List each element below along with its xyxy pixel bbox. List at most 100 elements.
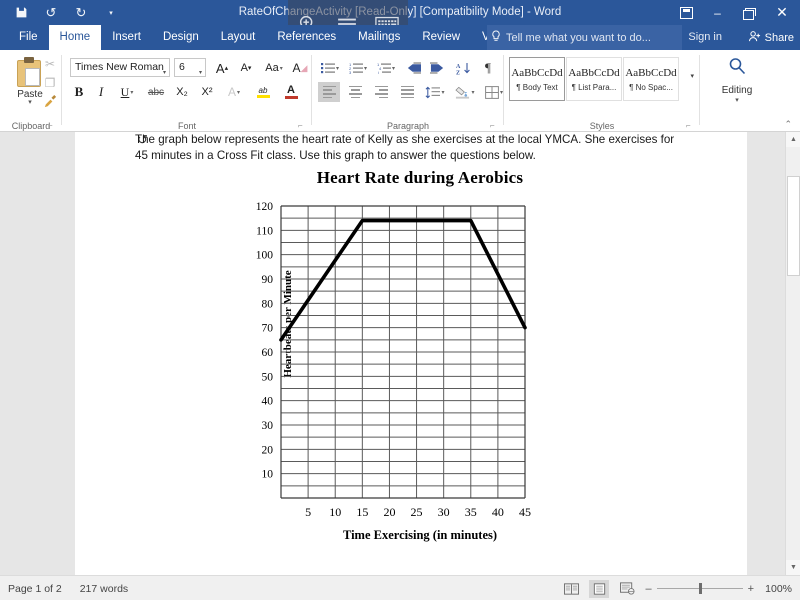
document-area[interactable]: ↺ The graph below represents the heart r… (0, 132, 800, 575)
svg-text:20: 20 (383, 505, 395, 519)
svg-text:10: 10 (262, 469, 274, 481)
font-name-input[interactable]: Times New Roman ▾ (70, 58, 170, 77)
svg-text:110: 110 (256, 225, 273, 237)
ribbon-group-clipboard: Paste ▾ ✂ ❐ Clipboard ⌐ (0, 50, 62, 132)
collapse-ribbon-button[interactable]: ⌃ (784, 119, 792, 130)
clear-formatting-icon[interactable]: A◢ (290, 58, 310, 78)
multilevel-list-icon[interactable]: 14i ▾ (374, 58, 398, 78)
tab-file[interactable]: File (8, 25, 49, 50)
font-size-value: 6 (179, 61, 185, 73)
scroll-down-arrow-icon[interactable]: ▼ (786, 560, 800, 575)
shading-icon[interactable]: ▾ (452, 82, 478, 102)
minimize-button[interactable]: – (702, 0, 733, 25)
justify-button[interactable] (396, 82, 418, 102)
cut-icon[interactable]: ✂ (40, 54, 60, 73)
print-layout-button[interactable] (589, 580, 609, 598)
grow-font-icon[interactable]: A▴ (212, 58, 232, 78)
align-center-button[interactable] (344, 82, 366, 102)
styles-dialog-launcher[interactable]: ⌐ (686, 122, 694, 130)
show-formatting-marks-icon[interactable]: ¶ (478, 58, 498, 78)
style-sample: AaBbCcDd (511, 67, 562, 79)
zoom-out-button[interactable]: – (645, 583, 651, 595)
copy-icon[interactable]: ❐ (40, 73, 60, 92)
word-count[interactable]: 217 words (80, 583, 128, 595)
subscript-icon[interactable]: X₂ (172, 82, 192, 102)
svg-text:4: 4 (379, 66, 382, 71)
line-spacing-icon[interactable]: ▾ (422, 82, 448, 102)
document-page[interactable]: ↺ The graph below represents the heart r… (75, 132, 747, 575)
svg-text:60: 60 (262, 347, 274, 359)
zoom-level[interactable]: 100% (762, 583, 792, 595)
decrease-indent-icon[interactable] (402, 58, 424, 78)
paragraph-dialog-launcher[interactable]: ⌐ (490, 122, 498, 130)
svg-text:120: 120 (256, 201, 274, 213)
chart-plot-area: 1020304050607080901001101205101520253035… (215, 198, 625, 528)
sign-in-button[interactable]: Sign in (688, 25, 722, 50)
text-highlight-icon[interactable]: ab (250, 82, 276, 102)
font-name-value: Times New Roman (75, 61, 164, 73)
font-color-icon[interactable]: A (278, 82, 304, 102)
format-painter-icon[interactable] (40, 92, 60, 111)
font-size-input[interactable]: 6 ▾ (174, 58, 206, 77)
close-button[interactable]: ✕ (764, 0, 800, 25)
tab-mailings[interactable]: Mailings (347, 25, 411, 50)
zoom-slider[interactable]: – + (645, 583, 754, 595)
align-left-button[interactable] (318, 82, 340, 102)
font-name-caret[interactable]: ▾ (163, 65, 166, 77)
svg-text:100: 100 (256, 250, 274, 262)
zoom-thumb[interactable] (699, 583, 702, 594)
zoom-in-button[interactable]: + (748, 583, 754, 595)
group-label-paragraph: Paragraph (312, 121, 504, 131)
italic-icon[interactable]: I (92, 82, 110, 102)
read-mode-button[interactable] (561, 580, 581, 598)
ribbon-display-options-button[interactable] (671, 0, 702, 25)
svg-text:30: 30 (438, 505, 450, 519)
svg-text:15: 15 (356, 505, 368, 519)
tab-layout[interactable]: Layout (210, 25, 267, 50)
strikethrough-icon[interactable]: abc (144, 82, 168, 102)
font-dialog-launcher[interactable]: ⌐ (298, 122, 306, 130)
text-effects-icon[interactable]: A▾ (222, 82, 246, 102)
bullets-icon[interactable]: ▾ (318, 58, 342, 78)
clipboard-dialog-launcher[interactable]: ⌐ (48, 122, 56, 130)
restore-button[interactable] (733, 0, 764, 25)
style-sample: AaBbCcDd (625, 67, 676, 79)
underline-icon[interactable]: U▾ (114, 82, 140, 102)
align-right-button[interactable] (370, 82, 392, 102)
shrink-font-icon[interactable]: A▾ (236, 58, 256, 78)
editing-button[interactable]: Editing ▾ (714, 56, 760, 114)
tab-home[interactable]: Home (49, 25, 102, 50)
font-size-caret[interactable]: ▾ (199, 65, 202, 82)
tab-insert[interactable]: Insert (101, 25, 152, 50)
style-body-text[interactable]: AaBbCcDd ¶ Body Text (509, 57, 565, 101)
svg-text:i: i (378, 70, 379, 74)
numbering-icon[interactable]: 123 ▾ (346, 58, 370, 78)
tab-design[interactable]: Design (152, 25, 210, 50)
vertical-scrollbar[interactable]: ▲ ▼ (785, 132, 800, 575)
superscript-icon[interactable]: X² (197, 82, 217, 102)
editing-label: Editing (722, 85, 753, 96)
web-layout-button[interactable] (617, 580, 637, 598)
tell-me-search[interactable]: Tell me what you want to do... (487, 25, 682, 50)
scrollbar-thumb[interactable] (787, 176, 800, 276)
paste-dropdown-caret[interactable]: ▾ (28, 100, 32, 106)
tab-review[interactable]: Review (411, 25, 471, 50)
align-right-icon (375, 86, 388, 98)
share-button[interactable]: Share (748, 25, 794, 50)
scroll-up-arrow-icon[interactable]: ▲ (786, 132, 800, 147)
styles-more-caret[interactable]: ▾ (690, 72, 694, 80)
editing-caret[interactable]: ▾ (735, 96, 739, 104)
svg-text:3: 3 (349, 70, 352, 74)
svg-text:70: 70 (262, 323, 274, 335)
zoom-track[interactable] (657, 588, 743, 589)
increase-indent-icon[interactable] (426, 58, 448, 78)
share-person-icon (748, 30, 761, 46)
change-case-icon[interactable]: Aa▾ (261, 58, 287, 78)
style-no-spacing[interactable]: AaBbCcDd ¶ No Spac... (623, 57, 679, 101)
bold-icon[interactable]: B (70, 82, 88, 102)
page-indicator[interactable]: Page 1 of 2 (8, 583, 62, 595)
style-list-paragraph[interactable]: AaBbCcDd ¶ List Para... (566, 57, 622, 101)
tab-references[interactable]: References (266, 25, 347, 50)
sort-icon[interactable]: AZ (452, 58, 474, 78)
status-bar: Page 1 of 2 217 words – + 100% (0, 575, 800, 600)
